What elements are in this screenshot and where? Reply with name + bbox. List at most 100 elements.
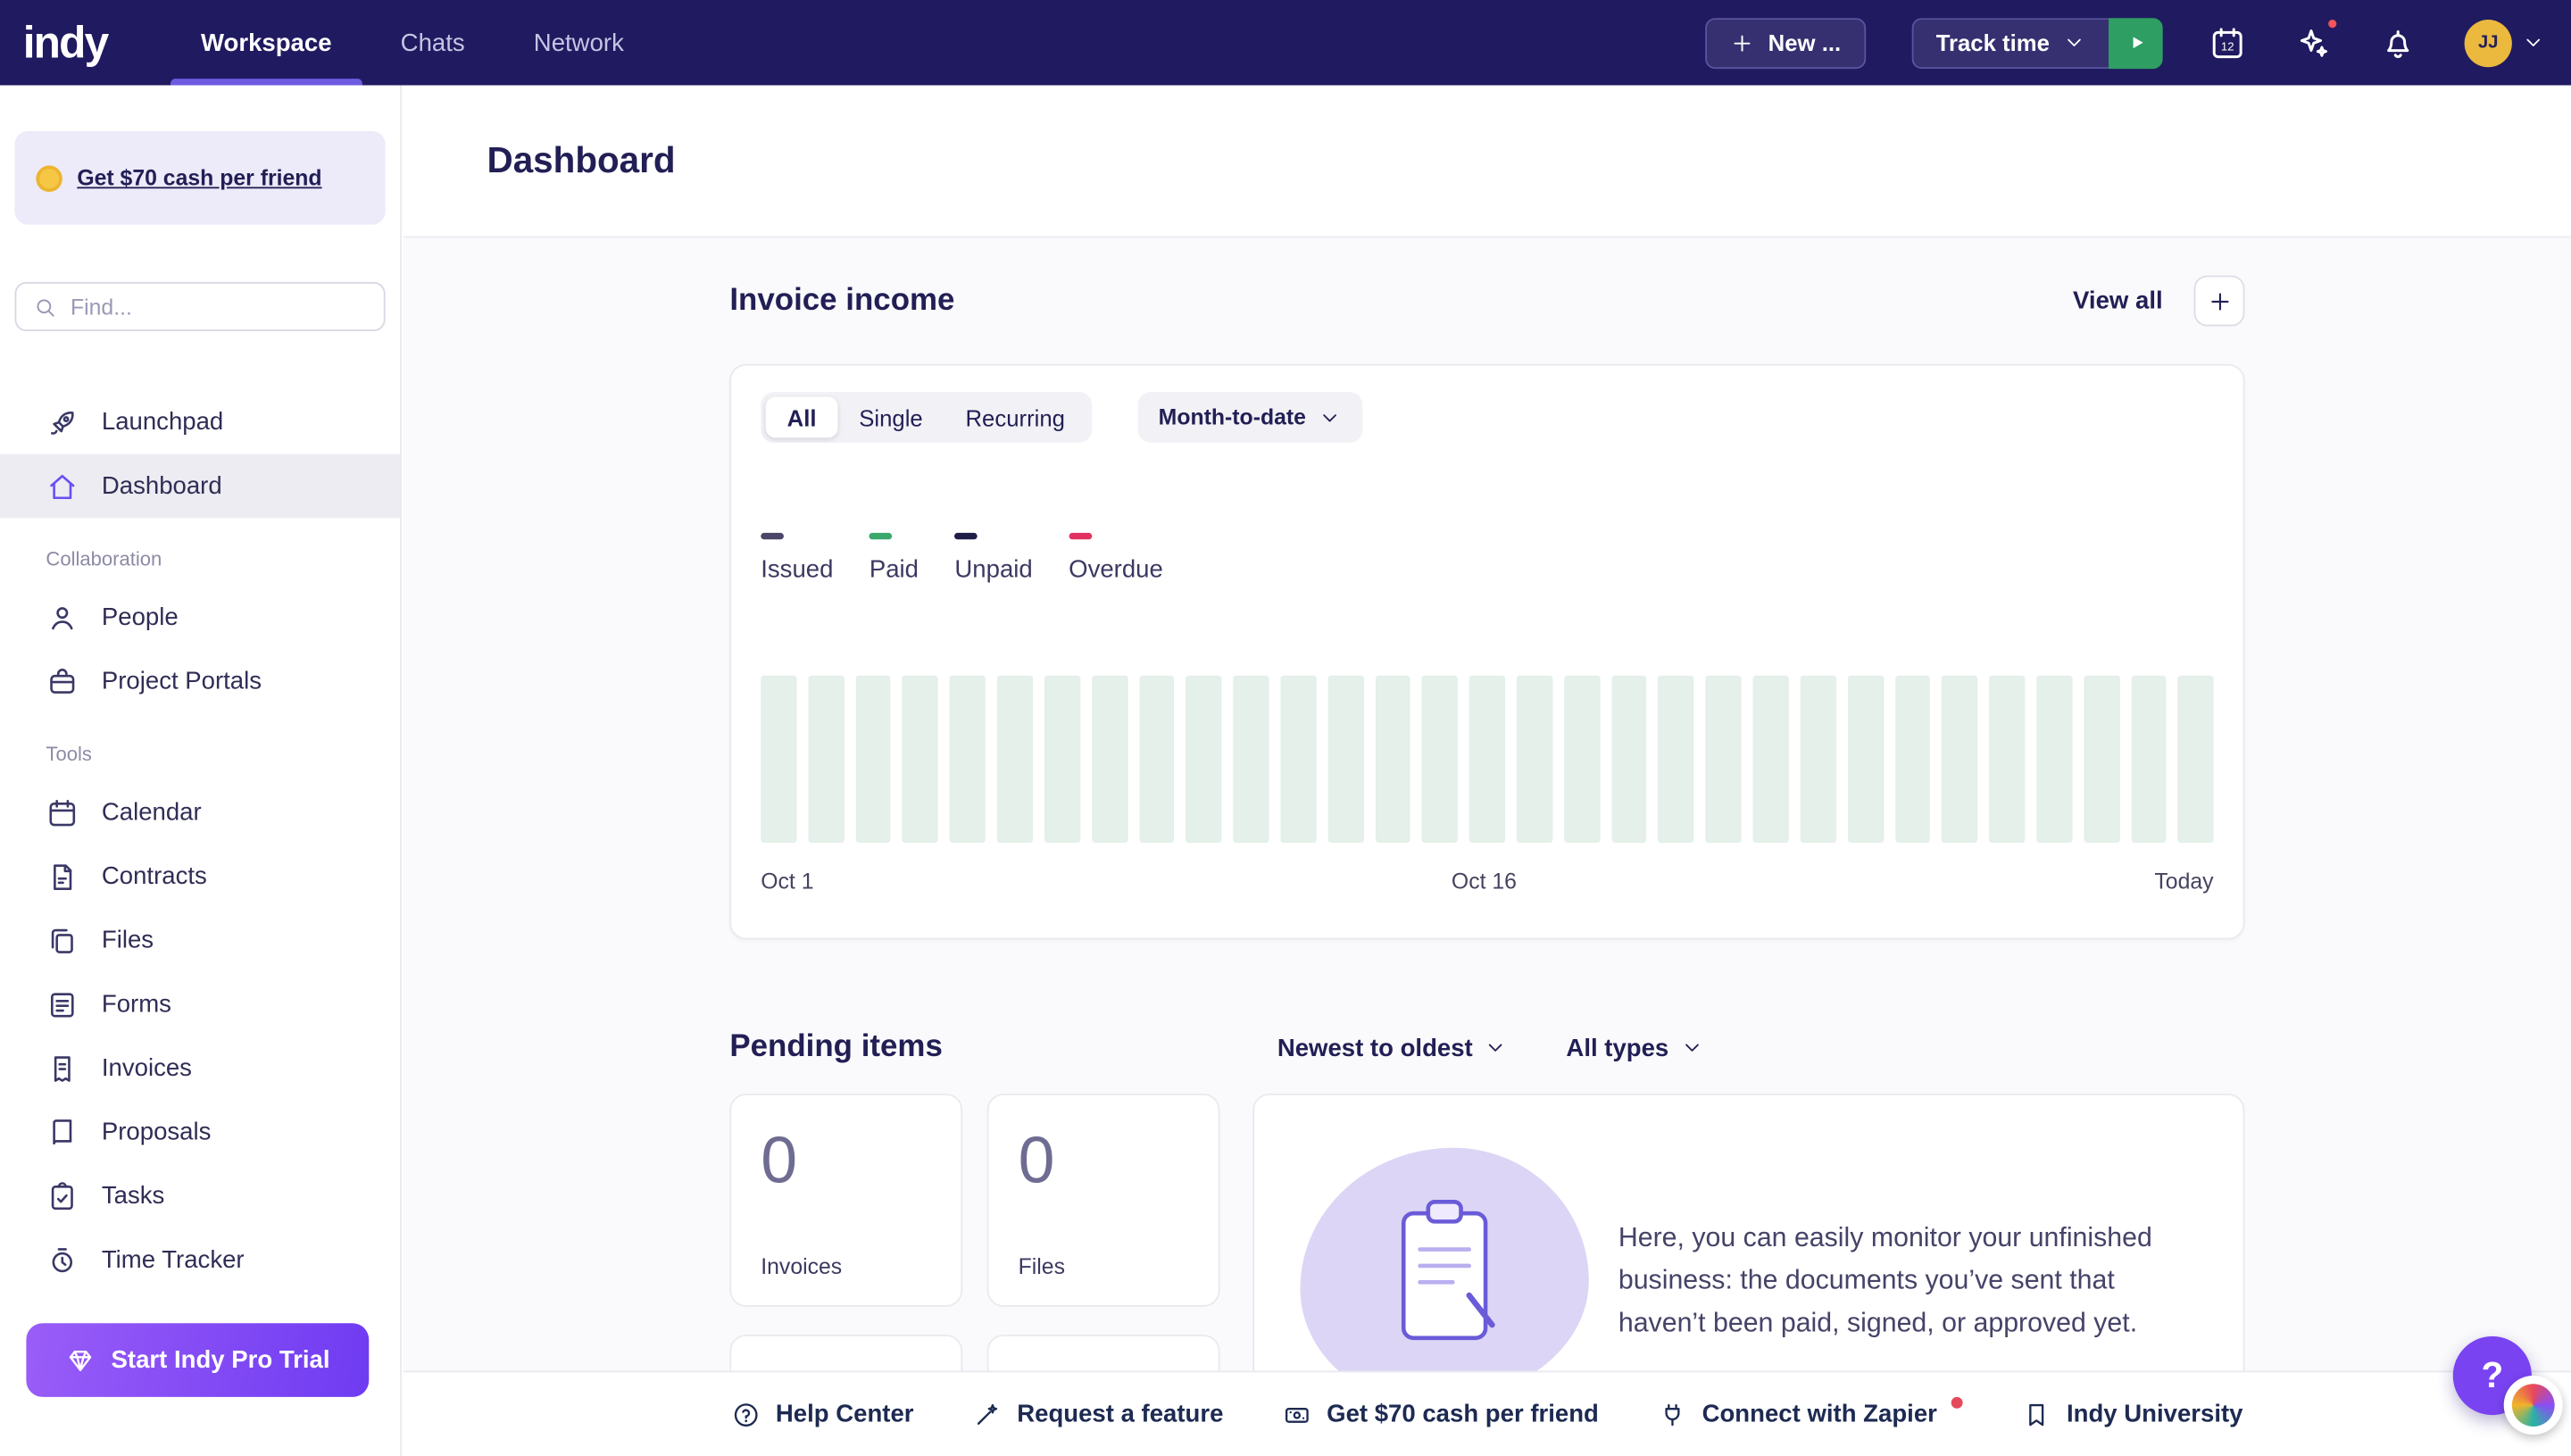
chart-bar [1092, 675, 1127, 842]
sidebar-item-launchpad[interactable]: Launchpad [0, 390, 400, 454]
tab-recurring[interactable]: Recurring [944, 396, 1086, 437]
new-button[interactable]: New ... [1706, 17, 1866, 68]
nav-workspace[interactable]: Workspace [166, 0, 366, 86]
invoice-icon [46, 1052, 79, 1085]
assistant-mascot-fab[interactable] [2504, 1376, 2563, 1435]
indy-logo[interactable]: indy [23, 17, 108, 68]
tab-single[interactable]: Single [837, 396, 944, 437]
sidebar-item-project-portals[interactable]: Project Portals [0, 649, 400, 713]
chevron-down-icon [1318, 406, 1341, 429]
bell-icon [2379, 24, 2417, 62]
chevron-down-icon [2522, 31, 2545, 54]
legend-swatch [954, 533, 978, 538]
home-icon [46, 470, 79, 503]
chart-bar [1280, 675, 1316, 842]
counter-label: Invoices [761, 1254, 931, 1279]
briefcase-icon [46, 665, 79, 698]
legend-paid: Paid [869, 528, 919, 583]
chart-bar [1469, 675, 1505, 842]
sidebar-item-calendar[interactable]: Calendar [0, 780, 400, 844]
main-area: Dashboard Invoice income View all All [404, 86, 2571, 1456]
chevron-down-icon [1680, 1036, 1703, 1060]
chart-bar [1942, 675, 1977, 842]
chart-bar [1564, 675, 1600, 842]
view-all-link[interactable]: View all [2073, 287, 2163, 314]
main-scroll-area[interactable]: Invoice income View all All Single Recur… [404, 239, 2571, 1456]
chevron-down-icon [2063, 31, 2086, 54]
topbar-icons [2209, 23, 2418, 62]
cash-icon [1283, 1400, 1312, 1429]
sidebar-search [15, 282, 386, 331]
avatar: JJ [2465, 19, 2512, 66]
type-filter-dropdown[interactable]: All types [1566, 1034, 1702, 1061]
chart-bar [1706, 675, 1742, 842]
counter-label: Files [1019, 1254, 1189, 1279]
chart-bar [1894, 675, 1930, 842]
pending-items-header: Pending items Newest to oldest All types [729, 1029, 2244, 1065]
footer-request-feature[interactable]: Request a feature [973, 1400, 1224, 1429]
footer-zapier[interactable]: Connect with Zapier [1658, 1400, 1963, 1429]
chart-bar [1327, 675, 1363, 842]
sidebar-item-tasks[interactable]: Tasks [0, 1164, 400, 1228]
chart-bar [1659, 675, 1694, 842]
calendar-picker-button[interactable] [2209, 23, 2248, 62]
footer-referral[interactable]: Get $70 cash per friend [1283, 1400, 1599, 1429]
legend-swatch [869, 533, 893, 538]
x-label-mid: Oct 16 [1452, 869, 1517, 894]
invoice-income-card: All Single Recurring Month-to-date Issu [729, 364, 2244, 940]
account-menu[interactable]: JJ [2465, 19, 2545, 66]
chart-bar [1375, 675, 1410, 842]
ai-assistant-button[interactable] [2294, 23, 2334, 62]
wand-icon [973, 1400, 1003, 1429]
footer-help-center[interactable]: Help Center [731, 1400, 913, 1429]
section-label-tools: Tools [0, 713, 400, 780]
nav-network[interactable]: Network [499, 0, 658, 86]
calendar-date-icon [2209, 24, 2246, 62]
notification-dot [2326, 18, 2338, 29]
sidebar-item-time-tracker[interactable]: Time Tracker [0, 1228, 400, 1293]
sidebar-item-proposals[interactable]: Proposals [0, 1100, 400, 1164]
legend-overdue: Overdue [1069, 528, 1163, 583]
tab-all[interactable]: All [766, 396, 838, 437]
sidebar-item-people[interactable]: People [0, 586, 400, 650]
sort-dropdown[interactable]: Newest to oldest [1277, 1034, 1507, 1061]
pro-trial-button[interactable]: Start Indy Pro Trial [26, 1323, 369, 1397]
chart-bar [1753, 675, 1789, 842]
footer-indy-university[interactable]: Indy University [2022, 1400, 2242, 1429]
chart-bar [1422, 675, 1458, 842]
plus-icon [1730, 30, 1755, 55]
invoice-bar-chart [761, 675, 2213, 842]
sidebar-item-invoices[interactable]: Invoices [0, 1036, 400, 1101]
start-timer-button[interactable] [2109, 17, 2163, 68]
legend-swatch [761, 533, 784, 538]
question-circle-icon [731, 1400, 761, 1429]
chart-x-axis: Oct 1 Oct 16 Today [761, 869, 2213, 894]
sidebar-item-contracts[interactable]: Contracts [0, 844, 400, 909]
chart-bar [1139, 675, 1175, 842]
counter-card-files[interactable]: 0 Files [987, 1094, 1220, 1307]
date-range-dropdown[interactable]: Month-to-date [1137, 392, 1362, 443]
counter-card-invoices[interactable]: 0 Invoices [729, 1094, 962, 1307]
x-label-end: Today [2154, 869, 2213, 894]
sparkles-icon [2294, 24, 2332, 62]
track-time-button[interactable]: Track time [1911, 17, 2109, 68]
notifications-button[interactable] [2379, 23, 2418, 62]
clock-icon [46, 1244, 79, 1277]
rocket-icon [46, 406, 79, 439]
chart-bar [2178, 675, 2214, 842]
search-input[interactable] [71, 295, 367, 320]
clipboard-icon [1377, 1194, 1512, 1358]
add-invoice-button[interactable] [2194, 276, 2245, 327]
chevron-down-icon [1485, 1036, 1508, 1060]
sidebar-item-dashboard[interactable]: Dashboard [0, 454, 400, 519]
track-time-split-button: Track time [1911, 17, 2163, 68]
chart-bar [1611, 675, 1647, 842]
sidebar-item-forms[interactable]: Forms [0, 972, 400, 1036]
nav-chats[interactable]: Chats [366, 0, 499, 86]
chart-bar [950, 675, 986, 842]
sidebar-item-files[interactable]: Files [0, 909, 400, 973]
referral-banner[interactable]: Get $70 cash per friend [15, 131, 386, 225]
chart-bar [2084, 675, 2119, 842]
chart-controls: All Single Recurring Month-to-date [761, 392, 2213, 443]
top-navbar: indy Workspace Chats Network New ... Tra… [0, 0, 2571, 86]
